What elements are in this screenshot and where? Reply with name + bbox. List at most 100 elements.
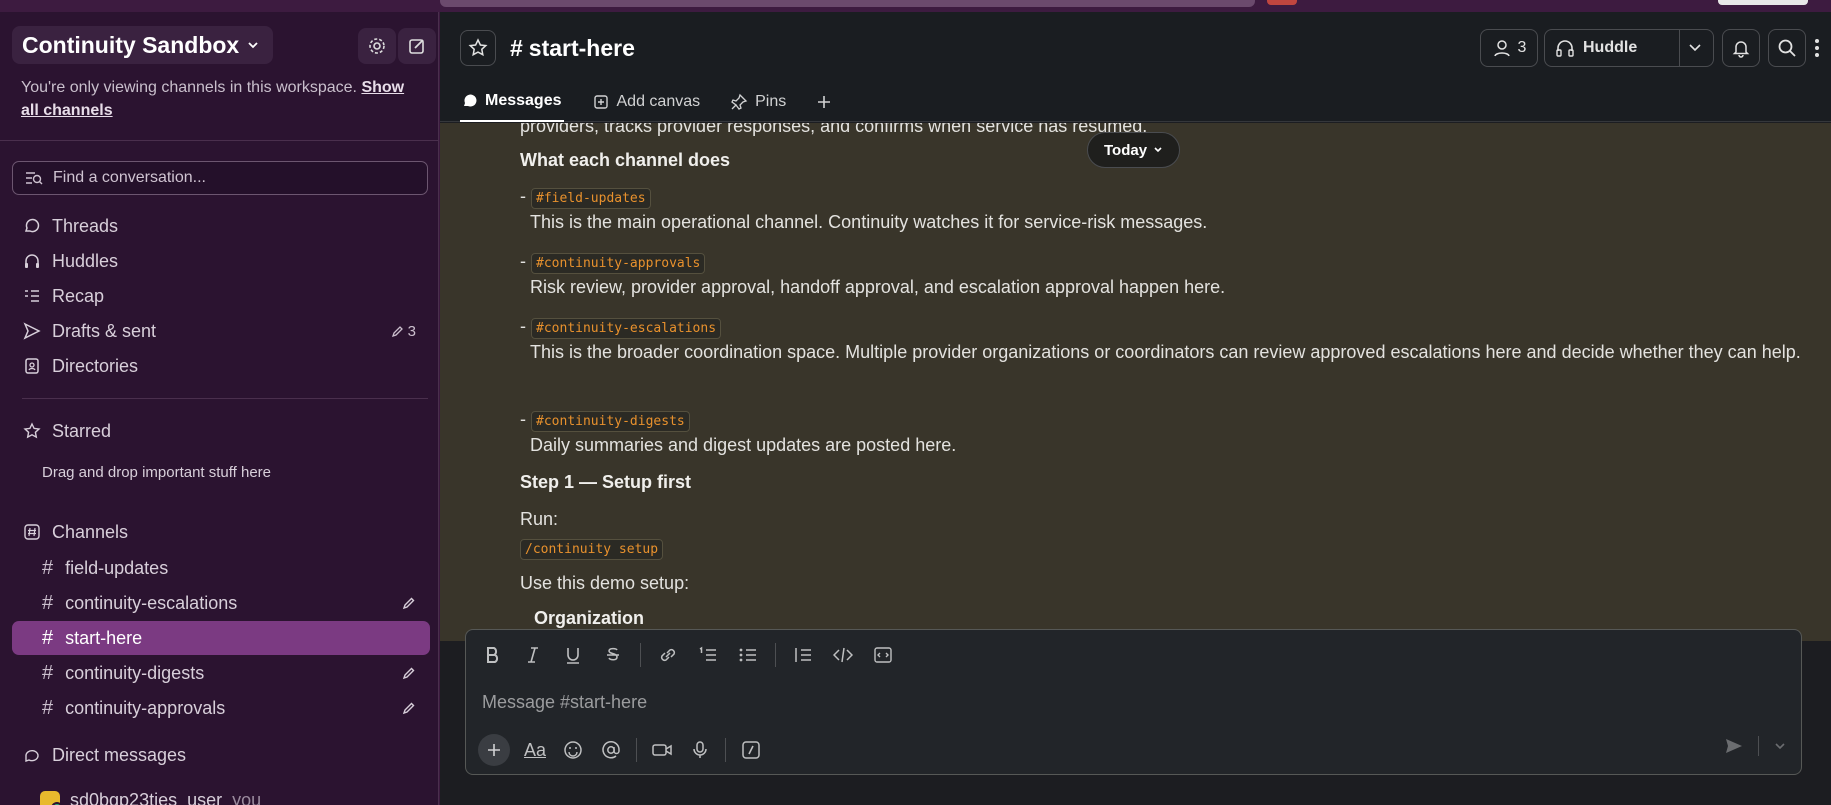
video-icon bbox=[651, 741, 673, 759]
workspace-notice: You're only viewing channels in this wor… bbox=[21, 76, 421, 122]
dm-you-tag: you bbox=[232, 790, 262, 805]
send-button[interactable] bbox=[1724, 737, 1744, 755]
pencil-icon bbox=[402, 666, 416, 680]
sidebar-item-threads[interactable]: Threads bbox=[12, 210, 428, 242]
star-icon bbox=[468, 38, 488, 58]
slash-command-button[interactable] bbox=[738, 737, 764, 763]
search-button[interactable] bbox=[1768, 29, 1806, 67]
star-icon bbox=[22, 422, 42, 440]
inline-code[interactable]: /continuity setup bbox=[520, 539, 664, 560]
headphones-icon bbox=[1555, 38, 1575, 58]
top-search-bar[interactable] bbox=[440, 0, 1255, 7]
tab-pins[interactable]: Pins bbox=[728, 82, 788, 122]
emoji-button[interactable] bbox=[560, 737, 586, 763]
section-heading: What each channel does bbox=[520, 150, 731, 170]
message-composer[interactable]: Message #start-here Aa bbox=[465, 629, 1802, 775]
bold-button[interactable] bbox=[480, 642, 506, 668]
inline-code[interactable]: #continuity-escalations bbox=[531, 318, 722, 339]
inline-code[interactable]: #continuity-digests bbox=[531, 411, 690, 432]
sidebar-item-directories[interactable]: Directories bbox=[12, 350, 428, 382]
person-icon bbox=[1492, 38, 1512, 58]
inline-code[interactable]: #continuity-approvals bbox=[531, 253, 706, 274]
direct-messages-section-header[interactable]: Direct messages bbox=[12, 739, 428, 771]
pencil-icon bbox=[402, 596, 416, 610]
microphone-button[interactable] bbox=[687, 737, 713, 763]
huddle-button[interactable]: Huddle bbox=[1544, 29, 1714, 67]
ordered-list-button[interactable] bbox=[695, 642, 721, 668]
toolbar-separator bbox=[636, 738, 637, 762]
find-conversation-input[interactable]: Find a conversation... bbox=[12, 161, 428, 195]
slash-icon bbox=[741, 740, 761, 760]
sidebar-channel-continuity-digests[interactable]: # continuity-digests bbox=[12, 656, 430, 690]
italic-button[interactable] bbox=[520, 642, 546, 668]
underline-icon bbox=[565, 646, 581, 664]
hash-icon: # bbox=[42, 556, 54, 579]
composer-actions: Aa bbox=[478, 734, 764, 766]
sidebar-item-drafts-sent[interactable]: Drafts & sent 3 bbox=[12, 315, 428, 347]
sidebar-item-label: Threads bbox=[52, 215, 119, 236]
channels-section-header[interactable]: Channels bbox=[12, 516, 428, 548]
sidebar-item-recap[interactable]: Recap bbox=[12, 280, 428, 312]
text-format-button[interactable]: Aa bbox=[522, 737, 548, 763]
pin-icon bbox=[730, 93, 748, 111]
hash-icon: # bbox=[42, 591, 54, 614]
sidebar-item-huddles[interactable]: Huddles bbox=[12, 245, 428, 277]
add-tab-button[interactable] bbox=[814, 82, 834, 122]
mention-button[interactable] bbox=[598, 737, 624, 763]
code-block-button[interactable] bbox=[870, 642, 896, 668]
notifications-button[interactable] bbox=[1722, 29, 1760, 67]
chevron-down-icon[interactable] bbox=[1687, 39, 1703, 55]
sidebar-channel-continuity-approvals[interactable]: # continuity-approvals bbox=[12, 691, 430, 725]
strikethrough-button[interactable] bbox=[600, 642, 626, 668]
direct-messages-icon bbox=[22, 746, 42, 764]
sidebar-channel-start-here[interactable]: # start-here bbox=[12, 621, 430, 655]
tab-label: Pins bbox=[755, 93, 787, 110]
run-label: Run: bbox=[520, 509, 559, 529]
channel-list-item: - #continuity-approvals bbox=[520, 248, 1810, 277]
workspace-switcher[interactable]: Continuity Sandbox bbox=[12, 26, 274, 64]
channel-view: # start-here 3 Huddle Messages Add canva… bbox=[440, 12, 1831, 805]
video-button[interactable] bbox=[649, 737, 675, 763]
channel-list-item: - #field-updates bbox=[520, 183, 1810, 212]
dm-item-self[interactable]: sd0bgp23tjes_user you bbox=[40, 790, 261, 805]
toolbar-separator bbox=[640, 643, 641, 667]
directory-icon bbox=[22, 357, 42, 375]
channel-title[interactable]: # start-here bbox=[510, 30, 635, 66]
hash-icon: # bbox=[510, 34, 523, 61]
cut-off-line: Organization bbox=[534, 608, 645, 628]
message-input[interactable]: Message #start-here bbox=[482, 692, 647, 713]
blockquote-button[interactable] bbox=[790, 642, 816, 668]
bulleted-list-button[interactable] bbox=[735, 642, 761, 668]
message-bubble-icon bbox=[462, 93, 478, 109]
text-format-icon: Aa bbox=[523, 739, 547, 760]
section-heading: Step 1 — Setup first bbox=[520, 472, 692, 492]
compose-icon bbox=[407, 36, 427, 56]
star-channel-button[interactable] bbox=[460, 30, 496, 66]
code-button[interactable] bbox=[830, 642, 856, 668]
tab-messages[interactable]: Messages bbox=[460, 82, 564, 122]
channel-description: Daily summaries and digest updates are p… bbox=[530, 435, 957, 455]
sidebar-item-label: Directories bbox=[52, 355, 139, 376]
starred-section-header[interactable]: Starred bbox=[12, 415, 428, 447]
sidebar-item-label: Recap bbox=[52, 285, 105, 306]
starred-label: Starred bbox=[52, 420, 112, 441]
compose-button[interactable] bbox=[398, 28, 436, 64]
more-options-button[interactable] bbox=[1814, 38, 1820, 58]
sidebar-item-label: Drafts & sent bbox=[52, 320, 157, 341]
inline-code[interactable]: #field-updates bbox=[531, 188, 651, 209]
sidebar-channel-continuity-escalations[interactable]: # continuity-escalations bbox=[12, 586, 430, 620]
hash-icon: # bbox=[42, 696, 54, 719]
code-icon bbox=[833, 646, 853, 664]
top-profile-pill[interactable] bbox=[1718, 0, 1808, 5]
sidebar-channel-field-updates[interactable]: # field-updates bbox=[12, 551, 430, 585]
settings-button[interactable] bbox=[358, 28, 396, 64]
attach-button[interactable] bbox=[478, 734, 510, 766]
link-button[interactable] bbox=[655, 642, 681, 668]
tab-add-canvas[interactable]: Add canvas bbox=[590, 82, 703, 122]
strikethrough-icon bbox=[605, 646, 621, 664]
underline-button[interactable] bbox=[560, 642, 586, 668]
bold-icon bbox=[485, 646, 501, 664]
kebab-icon bbox=[1814, 38, 1820, 58]
members-button[interactable]: 3 bbox=[1480, 29, 1538, 67]
schedule-send-button[interactable] bbox=[1773, 739, 1787, 753]
